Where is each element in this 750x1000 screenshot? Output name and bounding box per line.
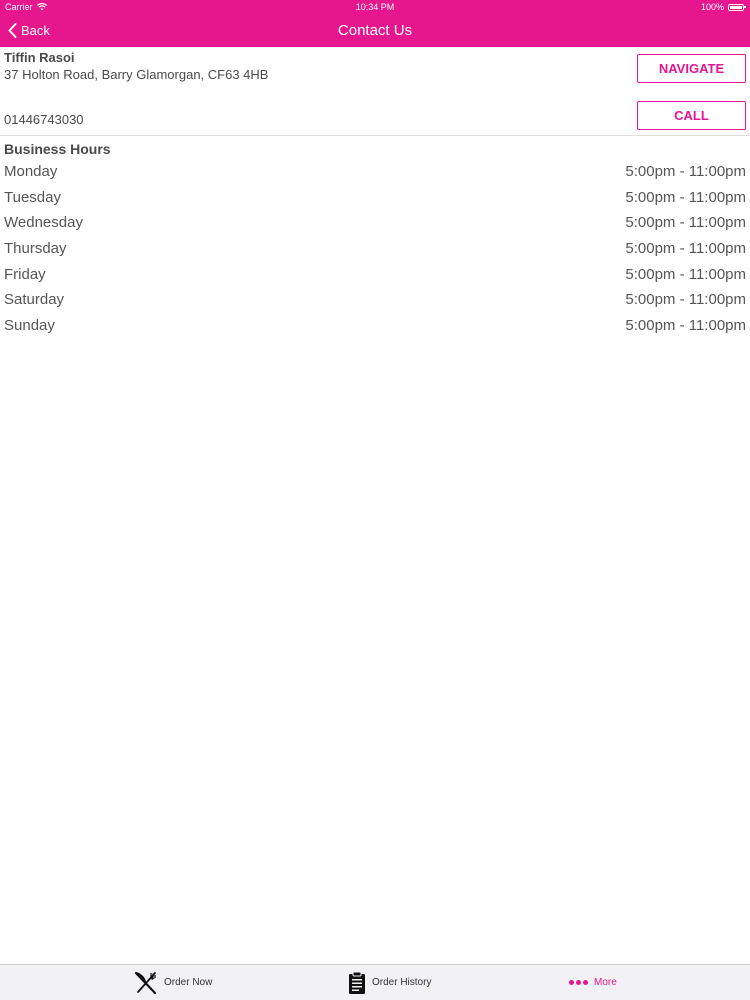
hours-time: 5:00pm - 11:00pm bbox=[625, 188, 746, 206]
tab-order-history[interactable]: Order History bbox=[348, 965, 431, 1000]
section-divider bbox=[0, 135, 750, 136]
hours-row-monday: Monday 5:00pm - 11:00pm bbox=[4, 159, 746, 185]
battery-group: 100% bbox=[700, 0, 746, 14]
hours-time: 5:00pm - 11:00pm bbox=[625, 214, 746, 232]
call-button[interactable]: CALL bbox=[637, 101, 746, 130]
battery-icon bbox=[728, 3, 746, 11]
more-dots-icon bbox=[569, 980, 588, 985]
fork-knife-icon bbox=[134, 971, 157, 994]
hours-day: Saturday bbox=[4, 291, 65, 309]
hours-time: 5:00pm - 11:00pm bbox=[625, 316, 746, 334]
hours-row-tuesday: Tuesday 5:00pm - 11:00pm bbox=[4, 185, 746, 211]
hours-day: Tuesday bbox=[4, 188, 61, 206]
status-time: 10:34 PM bbox=[355, 2, 395, 12]
tab-order-now[interactable]: Order Now bbox=[134, 965, 212, 1000]
tab-order-now-label: Order Now bbox=[164, 977, 213, 988]
nav-bar: Back Contact Us bbox=[0, 14, 750, 47]
tab-more-label: More bbox=[594, 977, 617, 988]
navigate-button[interactable]: NAVIGATE bbox=[637, 54, 746, 83]
phone-number: 01446743030 bbox=[4, 112, 84, 127]
hours-day: Monday bbox=[4, 163, 58, 181]
tab-more[interactable]: More bbox=[569, 965, 617, 1000]
clipboard-icon bbox=[349, 971, 365, 994]
page-title: Contact Us bbox=[337, 22, 413, 39]
hours-day: Wednesday bbox=[4, 214, 83, 232]
hours-time: 5:00pm - 11:00pm bbox=[625, 163, 746, 181]
restaurant-address: 37 Holton Road, Barry Glamorgan, CF63 4H… bbox=[4, 67, 269, 82]
hours-row-sunday: Sunday 5:00pm - 11:00pm bbox=[4, 313, 746, 339]
hours-time: 5:00pm - 11:00pm bbox=[625, 240, 746, 258]
tab-bar: Order Now Order History More bbox=[0, 964, 750, 1000]
hours-row-friday: Friday 5:00pm - 11:00pm bbox=[4, 261, 746, 287]
business-hours-list: Monday 5:00pm - 11:00pm Tuesday 5:00pm -… bbox=[4, 159, 746, 338]
hours-time: 5:00pm - 11:00pm bbox=[625, 291, 746, 309]
status-bar: Carrier 10:34 PM 100% bbox=[0, 0, 750, 14]
hours-row-thursday: Thursday 5:00pm - 11:00pm bbox=[4, 236, 746, 262]
tab-order-history-label: Order History bbox=[372, 977, 432, 988]
hours-day: Sunday bbox=[4, 316, 55, 334]
hours-day: Friday bbox=[4, 265, 46, 283]
hours-day: Thursday bbox=[4, 240, 67, 258]
business-hours-title: Business Hours bbox=[4, 141, 111, 157]
battery-percent: 100% bbox=[700, 2, 724, 12]
hours-row-saturday: Saturday 5:00pm - 11:00pm bbox=[4, 287, 746, 313]
restaurant-name: Tiffin Rasoi bbox=[4, 50, 75, 65]
hours-row-wednesday: Wednesday 5:00pm - 11:00pm bbox=[4, 210, 746, 236]
hours-time: 5:00pm - 11:00pm bbox=[625, 265, 746, 283]
